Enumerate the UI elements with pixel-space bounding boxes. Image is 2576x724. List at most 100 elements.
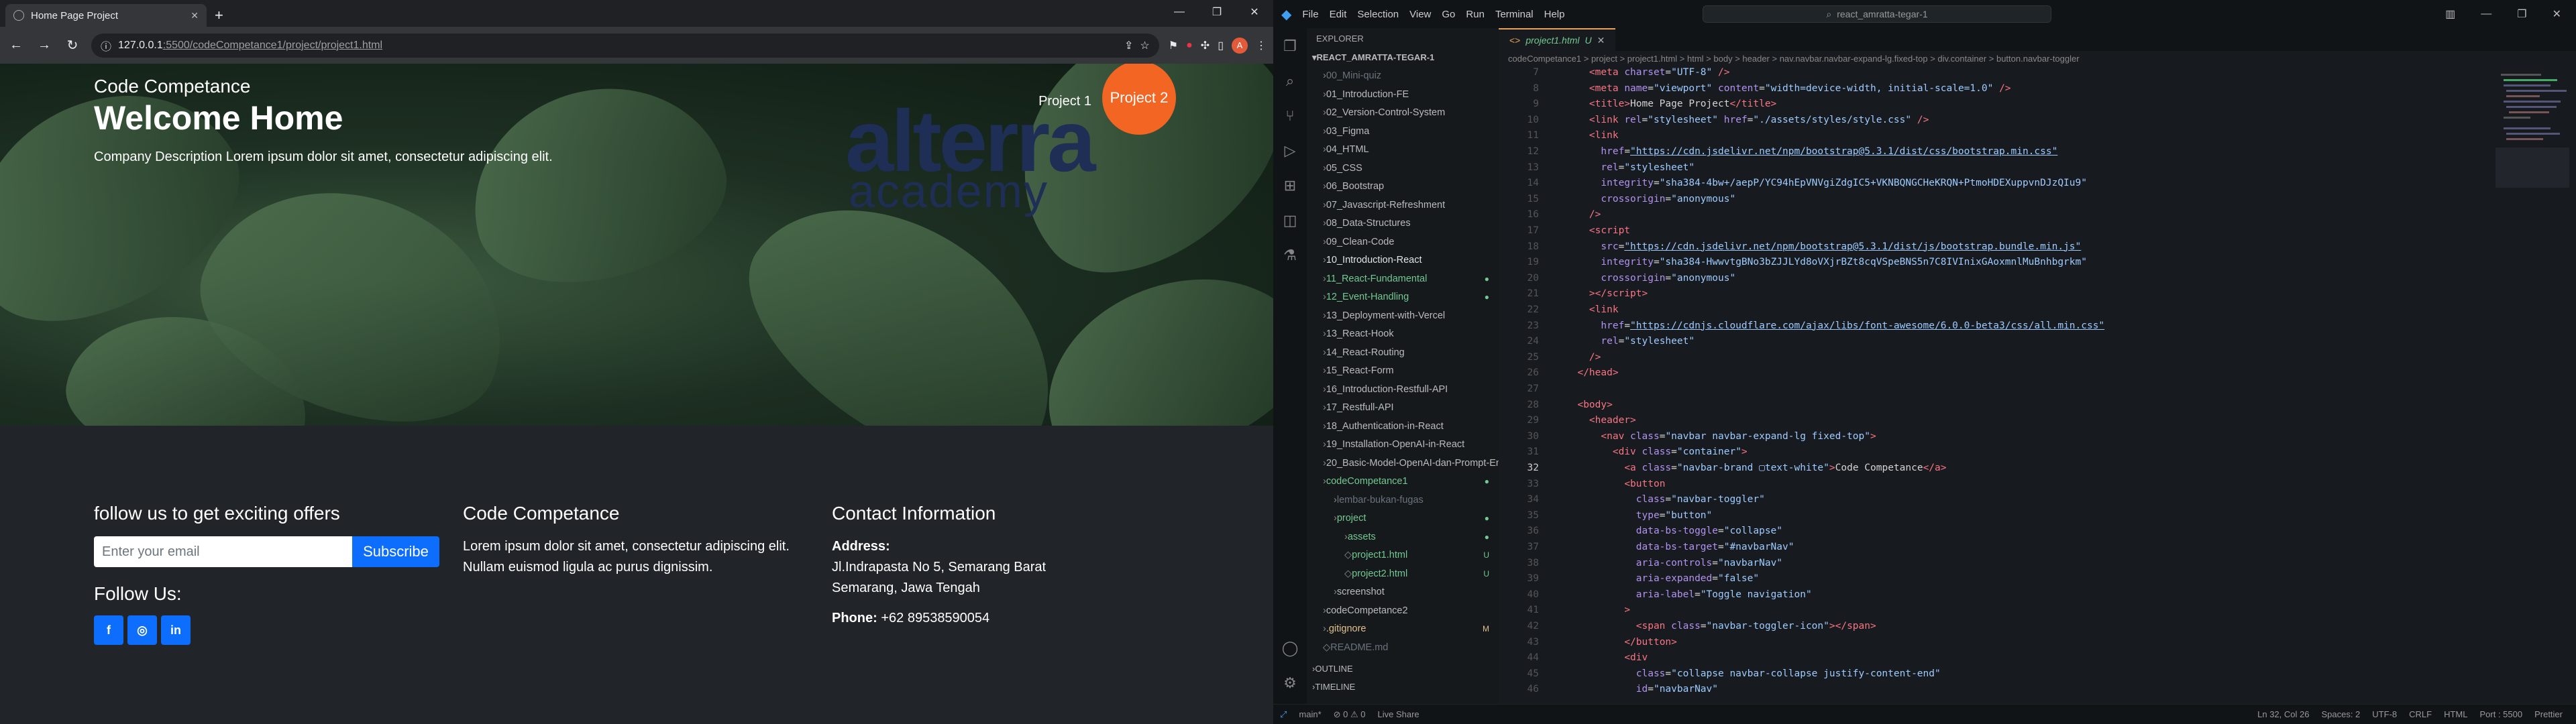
share-icon[interactable]: ⇪ — [1124, 39, 1133, 52]
sidepanel-icon[interactable]: ▯ — [1218, 39, 1224, 52]
run-debug-icon[interactable]: ▷ — [1285, 142, 1296, 160]
account-icon[interactable]: ◯ — [1282, 640, 1299, 657]
live-share-status[interactable]: Live Share — [1378, 709, 1419, 719]
tree-item[interactable]: › 05_CSS — [1307, 159, 1499, 178]
code-line[interactable]: <script — [1566, 225, 1630, 236]
code-line[interactable]: <link — [1566, 130, 1619, 141]
code-line[interactable]: href="https://cdnjs.cloudflare.com/ajax/… — [1566, 320, 2104, 331]
subscribe-button[interactable]: Subscribe — [352, 536, 439, 567]
tree-item[interactable]: › 19_Installation-OpenAI-in-React — [1307, 436, 1499, 455]
nav-link-project1[interactable]: Project 1 — [1038, 94, 1091, 109]
extension-icon[interactable]: ⚑ — [1169, 39, 1178, 52]
status-item[interactable]: Spaces: 2 — [2321, 709, 2360, 719]
code-line[interactable]: integrity="sha384-4bw+/aepP/YC94hEpVNVgi… — [1566, 178, 2087, 188]
tree-item[interactable]: › assets ● — [1307, 528, 1499, 546]
search-icon[interactable]: ⌕ — [1286, 72, 1294, 90]
tree-item[interactable]: › 11_React-Fundamental ● — [1307, 269, 1499, 288]
tree-item[interactable]: › 16_Introduction-Restfull-API — [1307, 380, 1499, 399]
layout-icon[interactable]: ▥ — [2445, 7, 2455, 21]
code-line[interactable]: crossorigin="anonymous" — [1566, 273, 1735, 284]
tree-item[interactable]: › 09_Clean-Code — [1307, 233, 1499, 251]
forward-icon[interactable]: → — [35, 38, 54, 53]
code-line[interactable]: src="https://cdn.jsdelivr.net/npm/bootst… — [1566, 241, 2081, 252]
code-line[interactable]: </head> — [1566, 367, 1618, 378]
tree-item[interactable]: › 17_Restfull-API — [1307, 399, 1499, 418]
code-line[interactable]: aria-expanded="false" — [1566, 573, 1759, 584]
tree-item[interactable]: ◇ project1.html U — [1307, 546, 1499, 565]
code-line[interactable]: <span class="navbar-toggler-icon"></span… — [1566, 621, 1876, 631]
code-line[interactable]: <div — [1566, 652, 1648, 663]
testing-icon[interactable]: ⚗ — [1283, 247, 1297, 264]
status-item[interactable]: Port : 5500 — [2479, 709, 2522, 719]
code-line[interactable]: <title>Home Page Project</title> — [1566, 99, 1776, 109]
code-line[interactable]: <body> — [1566, 400, 1612, 410]
workspace-root[interactable]: ▾ REACT_AMRATTA-TEGAR-1 — [1307, 48, 1499, 67]
address-bar[interactable]: ⓘ 127.0.0.1:5500/codeCompetance1/project… — [91, 33, 1159, 58]
menu-item-edit[interactable]: Edit — [1330, 9, 1347, 20]
tree-item[interactable]: › lembar-bukan-fugas — [1307, 491, 1499, 509]
tree-item[interactable]: › 06_Bootstrap — [1307, 178, 1499, 196]
status-item[interactable]: UTF-8 — [2372, 709, 2397, 719]
command-center-search[interactable]: ⌕ react_amratta-tegar-1 — [1703, 5, 2051, 23]
email-input[interactable]: Enter your email — [94, 536, 352, 567]
code-line[interactable]: <link — [1566, 304, 1619, 315]
code-line[interactable]: <div class="container"> — [1566, 446, 1748, 457]
info-icon[interactable]: ⓘ — [101, 38, 111, 54]
code-line[interactable]: rel="stylesheet" — [1566, 162, 1695, 173]
facebook-icon[interactable]: f — [94, 615, 123, 645]
extensions-icon[interactable]: ⊞ — [1284, 177, 1296, 194]
status-item[interactable]: HTML — [2444, 709, 2467, 719]
code-line[interactable]: /> — [1566, 209, 1601, 220]
code-line[interactable]: </button> — [1566, 637, 1677, 648]
tree-item[interactable]: › 15_React-Form — [1307, 362, 1499, 381]
status-item[interactable]: CRLF — [2409, 709, 2432, 719]
reload-icon[interactable]: ↻ — [63, 37, 82, 54]
code-line[interactable]: type="button" — [1566, 510, 1713, 521]
tree-item[interactable]: › .gitignore M — [1307, 620, 1499, 639]
timeline-section[interactable]: › TIMELINE — [1307, 678, 1499, 697]
extension-icon[interactable]: ● — [1186, 40, 1193, 52]
code-line[interactable]: class="collapse navbar-collapse justify-… — [1566, 668, 1941, 679]
git-branch-status[interactable]: main* — [1299, 709, 1321, 719]
menu-item-view[interactable]: View — [1409, 9, 1431, 20]
code-line[interactable]: id="navbarNav" — [1566, 684, 1718, 695]
close-tab-icon[interactable]: ✕ — [1597, 35, 1605, 46]
tree-item[interactable]: › 03_Figma — [1307, 122, 1499, 141]
tree-item[interactable]: › codeCompetance2 — [1307, 601, 1499, 620]
code-line[interactable]: ></script> — [1566, 288, 1648, 299]
code-line[interactable]: <meta charset="UTF-8" /> — [1566, 67, 1730, 78]
browser-tab[interactable]: Home Page Project ✕ — [5, 4, 207, 27]
code-line[interactable]: <link rel="stylesheet" href="./assets/st… — [1566, 115, 1929, 125]
status-item[interactable]: Ln 32, Col 26 — [2257, 709, 2309, 719]
new-tab-button[interactable]: + — [215, 7, 223, 24]
tree-item[interactable]: › 02_Version-Control-System — [1307, 104, 1499, 123]
code-line[interactable]: <button — [1566, 479, 1665, 489]
tree-item[interactable]: › 14_React-Routing — [1307, 343, 1499, 362]
code-line[interactable]: crossorigin="anonymous" — [1566, 194, 1735, 204]
code-line[interactable]: /> — [1566, 352, 1601, 363]
tree-item[interactable]: › 10_Introduction-React — [1307, 251, 1499, 270]
remote-status-icon[interactable]: ⤢ — [1280, 709, 1287, 720]
menu-item-run[interactable]: Run — [1466, 9, 1485, 20]
tree-item[interactable]: ◇ project2.html U — [1307, 564, 1499, 583]
back-icon[interactable]: ← — [7, 38, 25, 53]
instagram-icon[interactable]: ◎ — [127, 615, 157, 645]
tree-item[interactable]: › codeCompetance1 ● — [1307, 473, 1499, 491]
code-line[interactable]: aria-label="Toggle navigation" — [1566, 589, 1812, 600]
maximize-icon[interactable]: ❐ — [1198, 0, 1236, 24]
close-tab-icon[interactable]: ✕ — [191, 10, 199, 21]
tree-item[interactable]: › 20_Basic-Model-OpenAI-dan-Prompt-Eng..… — [1307, 454, 1499, 473]
menu-item-go[interactable]: Go — [1442, 9, 1455, 20]
tree-item[interactable]: › 12_Event-Handling ● — [1307, 288, 1499, 307]
menu-item-file[interactable]: File — [1302, 9, 1318, 20]
minimap[interactable] — [2496, 67, 2569, 268]
tree-item[interactable]: › 07_Javascript-Refreshment — [1307, 196, 1499, 215]
menu-item-terminal[interactable]: Terminal — [1495, 9, 1534, 20]
minimize-icon[interactable]: — — [2481, 8, 2491, 20]
outline-section[interactable]: › OUTLINE — [1307, 660, 1499, 678]
tree-item[interactable]: › 01_Introduction-FE — [1307, 85, 1499, 104]
code-line[interactable]: aria-controls="navbarNav" — [1566, 558, 1782, 568]
status-item[interactable]: Prettier — [2534, 709, 2563, 719]
menu-icon[interactable]: ⋮ — [1256, 39, 1267, 52]
code-line[interactable]: <header> — [1566, 415, 1636, 426]
